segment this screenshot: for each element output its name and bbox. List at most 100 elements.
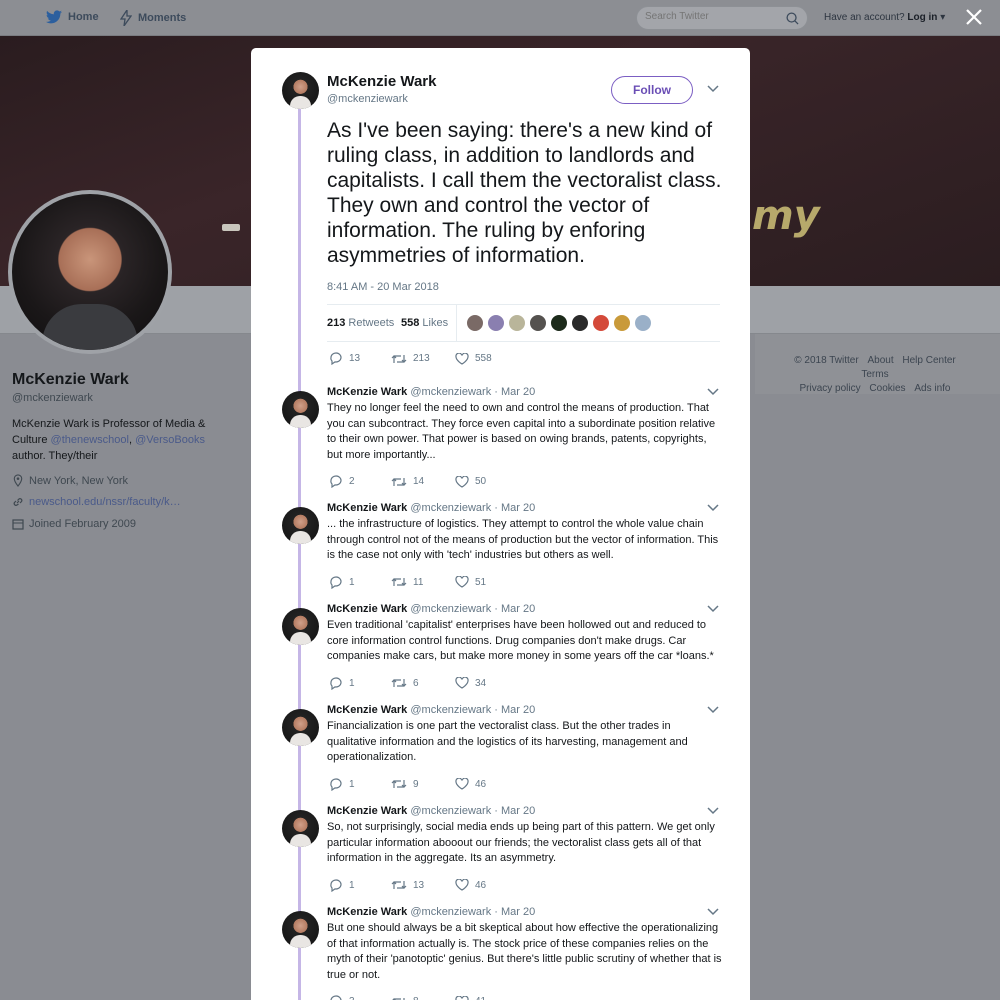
retweet-count: 14: [413, 476, 425, 488]
reply-name[interactable]: McKenzie Wark: [327, 502, 407, 514]
like-count: 46: [475, 778, 487, 790]
like-action[interactable]: 34: [455, 677, 486, 689]
reply-meta[interactable]: @mckenziewark · Mar 20: [410, 704, 535, 716]
retweet-action[interactable]: 9: [391, 778, 455, 790]
reply-meta[interactable]: @mckenziewark · Mar 20: [410, 386, 535, 398]
retweet-action[interactable]: 6: [391, 677, 455, 689]
retweets-stat[interactable]: 213 Retweets: [327, 317, 394, 329]
reply-icon: [330, 475, 342, 489]
reply-action[interactable]: 1: [329, 576, 391, 589]
reply-meta[interactable]: @mckenziewark · Mar 20: [410, 603, 535, 615]
reply-avatar[interactable]: [282, 911, 319, 948]
reply-name[interactable]: McKenzie Wark: [327, 805, 407, 817]
likes-stat[interactable]: 558 Likes: [401, 317, 448, 329]
follow-button[interactable]: Follow: [611, 76, 693, 104]
reply-avatar[interactable]: [282, 507, 319, 544]
close-icon[interactable]: [963, 6, 985, 28]
search-input[interactable]: [645, 11, 785, 22]
nav-home[interactable]: Home: [46, 10, 99, 24]
tweet-modal: McKenzie Wark @mckenziewark Follow As I'…: [251, 48, 750, 1000]
like-action[interactable]: 558: [455, 352, 492, 365]
like-action[interactable]: 50: [455, 475, 486, 488]
liker-avatar[interactable]: [571, 314, 589, 332]
reply-count: 13: [349, 353, 361, 364]
main-tweet-avatar[interactable]: [282, 72, 319, 109]
retweet-action[interactable]: 8: [391, 996, 455, 1000]
like-action[interactable]: 41: [455, 995, 486, 1000]
main-tweet-actions: 13 213 558: [329, 352, 492, 365]
have-account-text: Have an account?: [824, 12, 905, 23]
retweet-action[interactable]: 213: [391, 353, 455, 365]
retweet-count: 8: [413, 996, 419, 1000]
liker-avatar[interactable]: [550, 314, 568, 332]
retweet-action[interactable]: 14: [391, 476, 455, 488]
liker-avatar[interactable]: [592, 314, 610, 332]
profile-avatar[interactable]: [8, 190, 172, 354]
main-tweet-name[interactable]: McKenzie Wark: [327, 73, 436, 90]
login-link[interactable]: Log in: [907, 12, 937, 23]
reply-count: 2: [349, 476, 355, 488]
bio-link-newschool[interactable]: @thenewschool: [51, 434, 129, 446]
reply-name[interactable]: McKenzie Wark: [327, 906, 407, 918]
liker-avatar[interactable]: [613, 314, 631, 332]
footer-terms[interactable]: Terms: [861, 369, 888, 380]
footer-privacy[interactable]: Privacy policy: [800, 383, 861, 394]
footer-help-center[interactable]: Help Center: [902, 355, 955, 366]
reply-avatar[interactable]: [282, 709, 319, 746]
reply-actions: 1 13 46: [329, 879, 486, 892]
chevron-down-icon[interactable]: [707, 504, 719, 512]
profile-name[interactable]: McKenzie Wark: [12, 371, 129, 389]
reply-avatar[interactable]: [282, 810, 319, 847]
account-area: Have an account? Log in ▾: [824, 12, 945, 23]
liker-avatar[interactable]: [466, 314, 484, 332]
chevron-down-icon[interactable]: [707, 388, 719, 396]
profile-url: newschool.edu/nssr/faculty/k…: [12, 496, 181, 508]
search-icon[interactable]: [786, 12, 799, 25]
chevron-down-icon[interactable]: [707, 706, 719, 714]
chevron-down-icon[interactable]: [707, 807, 719, 815]
lightning-icon: [120, 10, 132, 26]
reply-text: They no longer feel the need to own and …: [327, 402, 716, 461]
liker-avatar[interactable]: [487, 314, 505, 332]
nav-moments[interactable]: Moments: [120, 10, 186, 26]
footer-about[interactable]: About: [867, 355, 893, 366]
reply-name[interactable]: McKenzie Wark: [327, 386, 407, 398]
reply-action[interactable]: 2: [329, 475, 391, 489]
chevron-down-icon[interactable]: [707, 85, 719, 93]
profile-url-link[interactable]: newschool.edu/nssr/faculty/k…: [29, 496, 181, 508]
reply-meta[interactable]: @mckenziewark · Mar 20: [410, 502, 535, 514]
main-tweet-timestamp[interactable]: 8:41 AM - 20 Mar 2018: [327, 281, 439, 293]
footer-ads-info[interactable]: Ads info: [914, 383, 950, 394]
like-action[interactable]: 46: [455, 778, 486, 790]
reply-meta[interactable]: @mckenziewark · Mar 20: [410, 906, 535, 918]
reply-name[interactable]: McKenzie Wark: [327, 603, 407, 615]
reply-meta[interactable]: @mckenziewark · Mar 20: [410, 805, 535, 817]
reply-action[interactable]: 1: [329, 879, 391, 892]
chevron-down-icon[interactable]: [707, 605, 719, 613]
reply-action[interactable]: 1: [329, 778, 391, 791]
reply-action[interactable]: 1: [329, 677, 391, 690]
retweet-action[interactable]: 11: [391, 576, 455, 588]
location-pin-icon: [13, 474, 23, 487]
footer-cookies[interactable]: Cookies: [869, 383, 905, 394]
like-action[interactable]: 46: [455, 879, 486, 891]
reply-name[interactable]: McKenzie Wark: [327, 704, 407, 716]
chevron-down-icon[interactable]: [707, 908, 719, 916]
reply-action[interactable]: 13: [329, 352, 391, 365]
retweet-action[interactable]: 13: [391, 879, 455, 891]
liker-avatar[interactable]: [529, 314, 547, 332]
reply-avatar[interactable]: [282, 391, 319, 428]
like-action[interactable]: 51: [455, 576, 486, 588]
liker-avatar[interactable]: [634, 314, 652, 332]
reply-action[interactable]: 3: [329, 995, 391, 1000]
reply-count: 1: [349, 778, 355, 790]
caret-down-icon[interactable]: ▾: [940, 12, 945, 23]
bio-link-verso[interactable]: @VersoBooks: [135, 434, 205, 446]
banner-text: my: [752, 193, 820, 239]
main-tweet-handle[interactable]: @mckenziewark: [327, 93, 408, 105]
reply-avatar[interactable]: [282, 608, 319, 645]
profile-handle[interactable]: @mckenziewark: [12, 392, 93, 404]
reply-icon: [330, 352, 342, 365]
retweet-icon: [391, 780, 407, 789]
liker-avatar[interactable]: [508, 314, 526, 332]
